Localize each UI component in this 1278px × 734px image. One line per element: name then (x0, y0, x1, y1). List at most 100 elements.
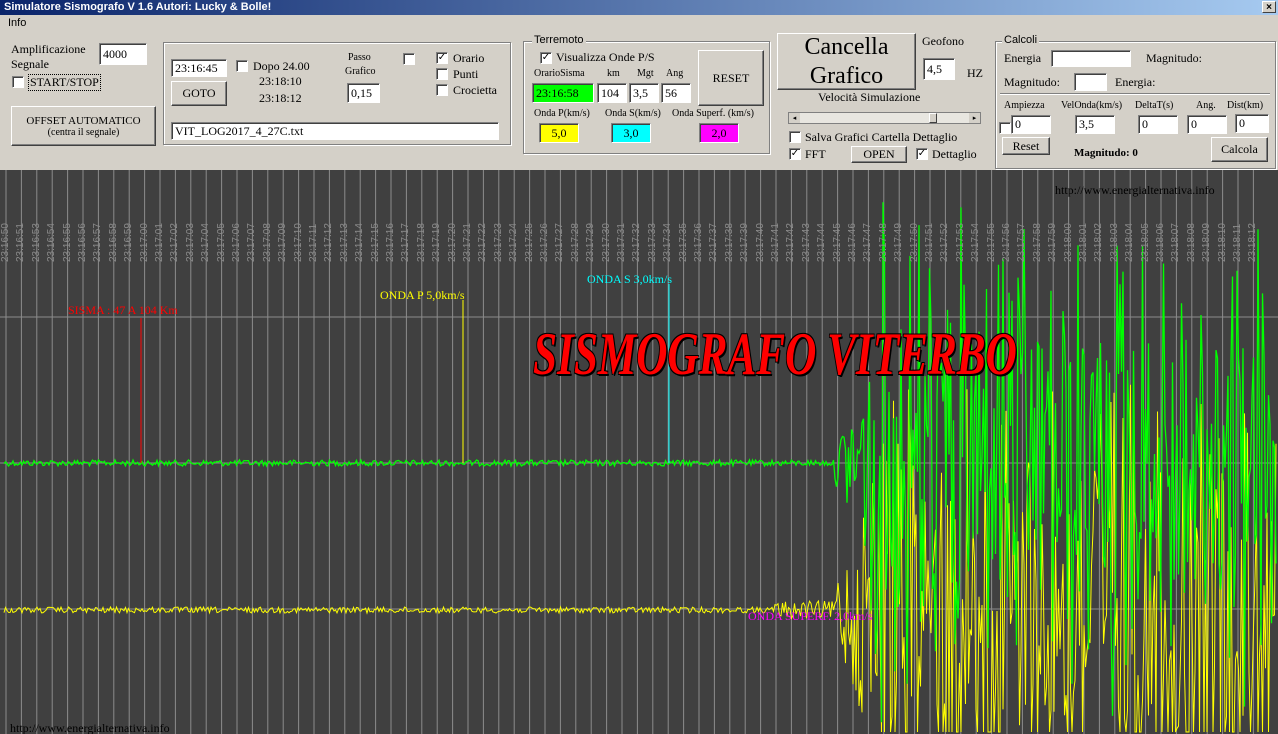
terremoto-legend: Terremoto (532, 34, 586, 46)
time-tick-label: 23:17:21 (462, 223, 473, 262)
ang-label: Ang. (1196, 100, 1216, 111)
dist-input[interactable]: 0 (1235, 114, 1269, 133)
velocita-scrollbar[interactable]: ◂ ▸ (788, 112, 981, 124)
time-readout-1: 23:18:10 (259, 74, 302, 88)
calcoli-reset-button[interactable]: Reset (1002, 137, 1050, 155)
amplification-input[interactable]: 4000 (99, 43, 147, 65)
salva-label: Salva Grafici Cartella Dettaglio (805, 130, 958, 144)
col-orario-label: OrarioSisma (534, 68, 585, 79)
time-tick-label: 23:17:22 (477, 223, 489, 262)
ampiezza-input[interactable]: 0 (1011, 115, 1051, 134)
velocita-label: Velocità Simulazione (818, 90, 921, 104)
time-tick-label: 23:17:36 (693, 223, 704, 262)
start-stop-checkbox[interactable] (12, 76, 24, 88)
col-mgt-label: Mgt (637, 68, 654, 79)
onda-p-input[interactable]: 5,0 (539, 123, 579, 143)
scroll-left-icon[interactable]: ◂ (789, 113, 800, 123)
geofono-label: Geofono (922, 34, 964, 48)
offset-automatico-button[interactable]: OFFSET AUTOMATICO (centra il segnale) (11, 106, 156, 146)
passo-checkbox[interactable] (403, 53, 415, 65)
time-readout-2: 23:18:12 (259, 91, 302, 105)
visualizza-checkbox[interactable]: ✓ (540, 52, 552, 64)
time-tick-label: 23:17:15 (369, 223, 381, 262)
dopo-checkbox[interactable] (236, 60, 248, 72)
calcola-button[interactable]: Calcola (1211, 137, 1268, 162)
time-tick-label: 23:17:56 (1001, 223, 1012, 262)
menu-info[interactable]: Info (8, 17, 26, 29)
url-bottom: http://www.energialternativa.info (10, 721, 170, 734)
orario-checkbox[interactable]: ✓ (436, 52, 448, 64)
onda-sup-input[interactable]: 2,0 (699, 123, 739, 143)
visualizza-label: Visualizza Onde P/S (556, 50, 655, 64)
time-tick-label: 23:17:29 (585, 223, 597, 262)
terremoto-reset-label: RESET (712, 70, 750, 85)
goto-button[interactable]: GOTO (171, 81, 227, 106)
col-km-label: km (607, 68, 620, 79)
time-tick-label: 23:18:11 (1232, 223, 1243, 262)
url-top: http://www.energialternativa.info (1055, 183, 1215, 197)
time-tick-label: 23:16:54 (46, 223, 58, 262)
cancella-label-1: Cancella (804, 33, 889, 60)
ang-input-calc[interactable]: 0 (1187, 115, 1227, 134)
time-tick-label: 23:17:02 (169, 223, 181, 262)
km-input[interactable]: 104 (597, 83, 627, 103)
magnitudo-input[interactable] (1074, 73, 1107, 91)
calcoli-divider (1000, 93, 1270, 95)
time-tick-label: 23:17:34 (662, 223, 674, 262)
close-button[interactable]: × (1262, 1, 1276, 13)
energia-input[interactable] (1051, 50, 1131, 67)
time-tick-label: 23:17:05 (215, 223, 227, 262)
window-title: Simulatore Sismografo V 1.6 Autori: Luck… (4, 1, 272, 13)
amp-label-2: Segnale (11, 57, 49, 71)
mgt-input[interactable]: 3,5 (629, 83, 659, 103)
cancella-label-2: Grafico (809, 62, 884, 89)
time-tick-label: 23:17:57 (1016, 223, 1028, 262)
terremoto-reset-button[interactable]: RESET (698, 50, 764, 106)
punti-checkbox[interactable] (436, 68, 448, 80)
scroll-right-icon[interactable]: ▸ (969, 113, 980, 123)
time-tick-label: 23:17:38 (723, 223, 735, 262)
time-tick-label: 23:17:14 (354, 223, 366, 262)
cancella-grafico-button[interactable]: Cancella Grafico (777, 33, 916, 90)
deltat-input[interactable]: 0 (1138, 115, 1178, 134)
time-input[interactable]: 23:16:45 (171, 59, 227, 77)
crocietta-checkbox[interactable] (436, 84, 448, 96)
time-tick-label: 23:17:43 (800, 223, 812, 262)
passo-input[interactable]: 0,15 (347, 83, 380, 103)
open-button[interactable]: OPEN (851, 146, 907, 163)
magnitudo-label-2: Magnitudo: (1004, 75, 1060, 89)
onda-s-input[interactable]: 3,0 (611, 123, 651, 143)
time-tick-label: 23:17:42 (785, 223, 797, 262)
time-tick-label: 23:18:10 (1216, 223, 1228, 262)
geofono-input[interactable]: 4,5 (923, 58, 955, 80)
energia-label: Energia (1004, 51, 1042, 65)
dist-label: Dist(km) (1227, 100, 1264, 111)
amp-label: Amplificazione (11, 42, 86, 56)
time-tick-label: 23:16:55 (61, 223, 73, 262)
orario-sisma-input[interactable]: 23:16:58 (532, 83, 594, 103)
onda-sup-marker-label: ONDA SUPERF. 2,0km/s (748, 609, 873, 623)
time-tick-label: 23:17:25 (523, 223, 535, 262)
time-tick-label: 23:17:19 (431, 223, 443, 262)
time-tick-label: 23:17:10 (292, 223, 304, 262)
crocietta-label: Crocietta (453, 83, 497, 97)
time-tick-label: 23:17:28 (569, 223, 581, 262)
file-input[interactable]: VIT_LOG2017_4_27C.txt (171, 122, 499, 140)
fft-checkbox[interactable]: ✓ (789, 148, 801, 160)
salva-checkbox[interactable] (789, 131, 801, 143)
time-tick-label: 23:17:06 (231, 223, 242, 262)
ang-input[interactable]: 56 (661, 83, 691, 103)
time-tick-label: 23:17:41 (770, 223, 781, 262)
dettaglio-checkbox[interactable]: ✓ (916, 148, 928, 160)
velonda-input[interactable]: 3,5 (1075, 115, 1115, 134)
time-tick-label: 23:17:18 (415, 223, 427, 262)
time-tick-label: 23:17:17 (400, 223, 412, 262)
time-tick-label: 23:17:23 (492, 223, 504, 262)
time-tick-label: 23:17:32 (631, 223, 643, 262)
ampiezza-checkbox[interactable] (999, 122, 1011, 134)
seismograph-plot[interactable]: 23:16:50 23:16:51 23:16:53 23:16:54 23:16:55… (0, 170, 1278, 734)
scroll-thumb[interactable] (929, 113, 937, 123)
time-tick-label: 23:17:39 (739, 223, 751, 262)
start-stop-label[interactable]: START/STOP (28, 74, 101, 91)
passo-label-2: Grafico (345, 66, 376, 77)
